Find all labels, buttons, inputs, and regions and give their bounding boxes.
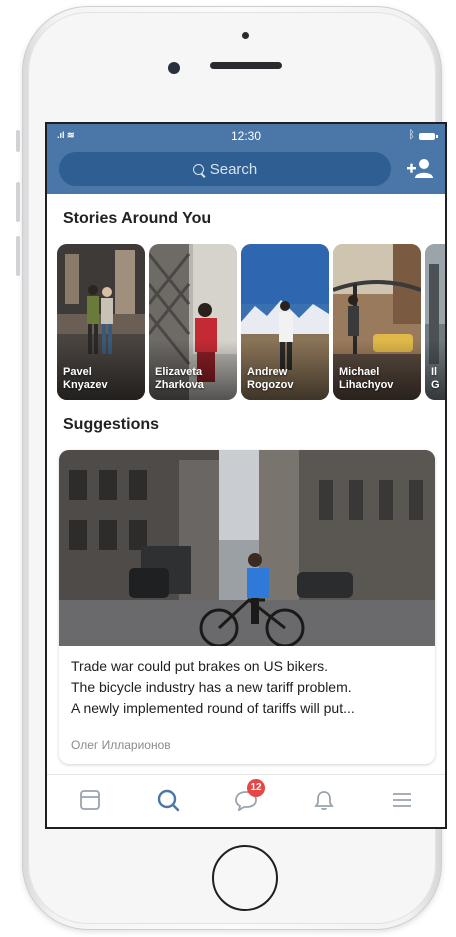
story-name: Michael Lihachyov xyxy=(339,366,393,392)
search-bar[interactable]: Search xyxy=(59,152,391,186)
story-first-name: Michael xyxy=(339,366,380,378)
messages-badge: 12 xyxy=(247,779,265,797)
suggestions-section-title: Suggestions xyxy=(63,416,160,433)
suggestion-photo xyxy=(59,450,435,646)
volume-up-button xyxy=(16,182,20,222)
tab-search[interactable] xyxy=(153,785,183,815)
story-last-name: Knyazev xyxy=(63,379,108,391)
story-last-name: G xyxy=(431,379,440,391)
suggestion-line: The bicycle industry has a new tariff pr… xyxy=(71,679,352,695)
story-first-name: Il xyxy=(431,366,438,378)
tab-news[interactable] xyxy=(75,785,105,815)
home-button[interactable] xyxy=(212,845,278,911)
story-name: Pavel Knyazev xyxy=(63,366,108,392)
story-card[interactable]: Andrew Rogozov xyxy=(241,244,329,400)
front-camera-icon xyxy=(168,62,180,74)
status-bar: .ıl ≋ 12:30 ᛒ xyxy=(47,128,445,146)
story-card[interactable]: Elizaveta Zharkova xyxy=(149,244,237,400)
status-time: 12:30 xyxy=(230,129,262,143)
add-friend-icon[interactable] xyxy=(405,156,435,182)
stories-row: Pavel Knyazev Elizaveta Zharkova Andrew … xyxy=(57,244,445,400)
story-card[interactable]: Il G xyxy=(425,244,445,400)
mute-switch xyxy=(16,130,20,152)
tab-messages[interactable]: 12 xyxy=(231,779,265,815)
app-screen: .ıl ≋ 12:30 ᛒ Search Stories Around You xyxy=(47,124,445,827)
story-name: Elizaveta Zharkova xyxy=(155,366,204,392)
tab-bar: 12 xyxy=(47,774,445,827)
story-last-name: Zharkova xyxy=(155,379,204,391)
news-feed-icon xyxy=(80,790,100,810)
suggestion-text: Trade war could put brakes on US bikers.… xyxy=(71,656,431,719)
stories-section-title: Stories Around You xyxy=(63,210,212,227)
suggestion-line: Trade war could put brakes on US bikers. xyxy=(71,658,329,674)
story-name: Andrew Rogozov xyxy=(247,366,293,392)
story-first-name: Pavel xyxy=(63,366,92,378)
suggestion-author: Олег Илларионов xyxy=(71,738,171,752)
sensor-dot xyxy=(242,32,249,39)
menu-icon xyxy=(393,793,411,807)
story-name: Il G xyxy=(431,366,440,392)
suggestion-card[interactable]: Trade war could put brakes on US bikers.… xyxy=(59,450,435,764)
story-first-name: Elizaveta xyxy=(155,366,203,378)
bluetooth-icon: ᛒ xyxy=(408,129,415,141)
story-last-name: Rogozov xyxy=(247,379,294,391)
story-first-name: Andrew xyxy=(247,366,288,378)
search-icon xyxy=(192,163,204,175)
story-card[interactable]: Pavel Knyazev xyxy=(57,244,145,400)
story-card[interactable]: Michael Lihachyov xyxy=(333,244,421,400)
volume-down-button xyxy=(16,236,20,276)
bell-icon xyxy=(314,791,334,811)
tab-notifications[interactable] xyxy=(309,785,339,815)
tab-menu[interactable] xyxy=(387,785,417,815)
suggestion-line: A newly implemented round of tariffs wil… xyxy=(71,700,355,716)
story-last-name: Lihachyov xyxy=(339,379,394,391)
earpiece-speaker xyxy=(210,62,282,69)
top-bar: .ıl ≋ 12:30 ᛒ Search xyxy=(47,124,445,194)
battery-icon xyxy=(419,133,438,140)
search-placeholder: Search xyxy=(209,160,258,178)
search-tab-icon xyxy=(157,789,180,812)
